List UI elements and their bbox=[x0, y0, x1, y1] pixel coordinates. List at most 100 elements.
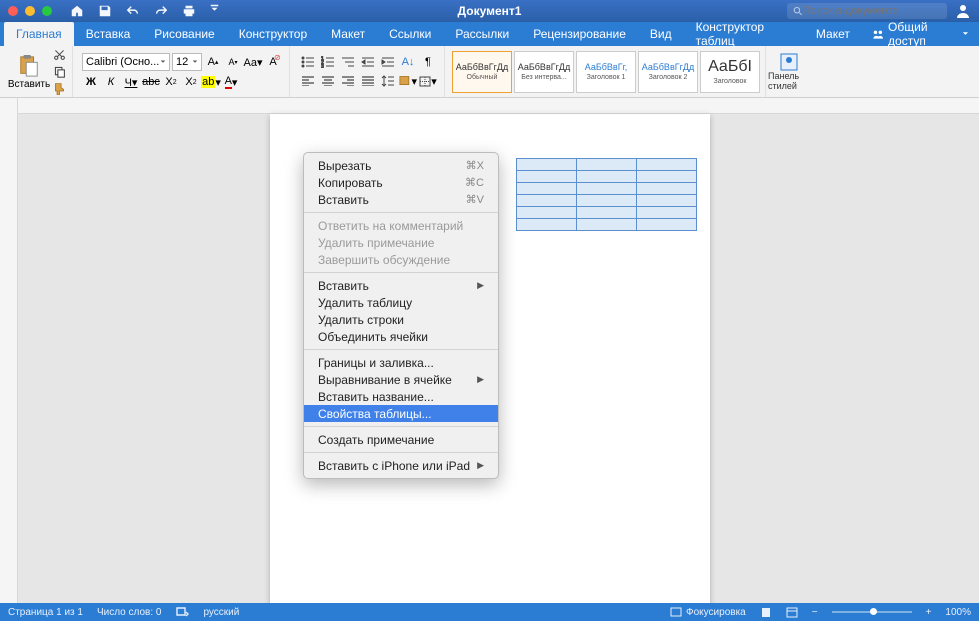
subscript-button[interactable]: X2 bbox=[162, 74, 180, 90]
web-layout-view-icon[interactable] bbox=[786, 607, 798, 618]
document-table[interactable] bbox=[516, 158, 697, 231]
maximize-window-button[interactable] bbox=[42, 6, 52, 16]
style-item-3[interactable]: АаБбВвГгДдЗаголовок 2 bbox=[638, 51, 698, 93]
menu-item-11[interactable]: Объединить ячейки bbox=[304, 328, 498, 345]
user-icon[interactable] bbox=[955, 3, 971, 19]
multilevel-list-icon[interactable] bbox=[339, 54, 357, 70]
home-icon[interactable] bbox=[70, 4, 84, 18]
clear-format-icon[interactable]: A⊘ bbox=[264, 54, 282, 70]
menu-item-20[interactable]: Вставить с iPhone или iPad▶ bbox=[304, 457, 498, 474]
text-highlight-button[interactable]: ab▾ bbox=[202, 74, 220, 90]
ribbon-tab-5[interactable]: Ссылки bbox=[377, 22, 443, 46]
zoom-slider[interactable] bbox=[832, 611, 912, 613]
superscript-button[interactable]: X2 bbox=[182, 74, 200, 90]
line-spacing-icon[interactable] bbox=[379, 73, 397, 89]
shading-icon[interactable]: ▾ bbox=[399, 73, 417, 89]
menu-item-18[interactable]: Создать примечание bbox=[304, 431, 498, 448]
align-right-icon[interactable] bbox=[339, 73, 357, 89]
font-color-button[interactable]: A▾ bbox=[222, 74, 240, 90]
search-icon bbox=[793, 6, 802, 16]
menu-item-16[interactable]: Свойства таблицы... bbox=[304, 405, 498, 422]
menu-item-15[interactable]: Вставить название... bbox=[304, 388, 498, 405]
redo-icon[interactable] bbox=[154, 4, 168, 18]
menu-item-8[interactable]: Вставить▶ bbox=[304, 277, 498, 294]
styles-panel-icon bbox=[780, 53, 798, 71]
menu-item-0[interactable]: Вырезать⌘X bbox=[304, 157, 498, 174]
zoom-in-icon[interactable]: + bbox=[926, 607, 932, 618]
align-left-icon[interactable] bbox=[299, 73, 317, 89]
style-item-4[interactable]: АаБбІЗаголовок bbox=[700, 51, 760, 93]
word-count[interactable]: Число слов: 0 bbox=[97, 607, 161, 618]
menu-item-14[interactable]: Выравнивание в ячейке▶ bbox=[304, 371, 498, 388]
ribbon-tab-6[interactable]: Рассылки bbox=[443, 22, 521, 46]
zoom-level[interactable]: 100% bbox=[945, 607, 971, 618]
spellcheck-icon[interactable] bbox=[175, 606, 189, 618]
change-case-icon[interactable]: Aa▾ bbox=[244, 54, 262, 70]
chevron-down-icon bbox=[962, 30, 969, 38]
increase-font-icon[interactable]: A▴ bbox=[204, 54, 222, 70]
menu-item-13[interactable]: Границы и заливка... bbox=[304, 354, 498, 371]
zoom-out-icon[interactable]: − bbox=[812, 607, 818, 618]
clipboard-group: Вставить bbox=[6, 46, 73, 97]
horizontal-ruler[interactable] bbox=[18, 98, 979, 114]
search-input[interactable] bbox=[802, 5, 941, 17]
copy-icon[interactable] bbox=[51, 65, 67, 79]
sort-icon[interactable]: A↓ bbox=[399, 54, 417, 70]
borders-icon[interactable]: ▾ bbox=[419, 73, 437, 89]
underline-button[interactable]: Ч▾ bbox=[122, 74, 140, 90]
menu-item-10[interactable]: Удалить строки bbox=[304, 311, 498, 328]
language[interactable]: русский bbox=[203, 607, 239, 618]
menu-item-1[interactable]: Копировать⌘C bbox=[304, 174, 498, 191]
ribbon-tab-0[interactable]: Главная bbox=[4, 22, 74, 46]
align-center-icon[interactable] bbox=[319, 73, 337, 89]
focus-mode[interactable]: Фокусировка bbox=[670, 607, 746, 618]
ribbon-tab-7[interactable]: Рецензирование bbox=[521, 22, 638, 46]
bullets-icon[interactable] bbox=[299, 54, 317, 70]
menu-separator bbox=[304, 452, 498, 453]
style-item-1[interactable]: АаБбВвГгДдБез интерва... bbox=[514, 51, 574, 93]
menu-item-4: Ответить на комментарий bbox=[304, 217, 498, 234]
paste-button[interactable]: Вставить bbox=[9, 46, 49, 97]
window-controls bbox=[8, 6, 52, 16]
share-button[interactable]: Общий доступ bbox=[862, 22, 979, 46]
qat-customize-icon[interactable] bbox=[210, 4, 224, 18]
italic-button[interactable]: К bbox=[102, 74, 120, 90]
numbering-icon[interactable]: 123 bbox=[319, 54, 337, 70]
vertical-ruler[interactable] bbox=[0, 98, 18, 603]
ribbon-tab-3[interactable]: Конструктор bbox=[227, 22, 319, 46]
paragraph-group: 123 A↓ ¶ ▾ ▾ bbox=[292, 46, 445, 97]
menu-item-6: Завершить обсуждение bbox=[304, 251, 498, 268]
search-box[interactable] bbox=[787, 3, 947, 19]
print-icon[interactable] bbox=[182, 4, 196, 18]
menu-item-9[interactable]: Удалить таблицу bbox=[304, 294, 498, 311]
minimize-window-button[interactable] bbox=[25, 6, 35, 16]
page-info[interactable]: Страница 1 из 1 bbox=[8, 607, 83, 618]
styles-panel-button[interactable]: Панель стилей bbox=[768, 46, 810, 97]
strikethrough-button[interactable]: abc bbox=[142, 74, 160, 90]
undo-icon[interactable] bbox=[126, 4, 140, 18]
decrease-font-icon[interactable]: A▾ bbox=[224, 54, 242, 70]
style-item-0[interactable]: АаБбВвГгДдОбычный bbox=[452, 51, 512, 93]
decrease-indent-icon[interactable] bbox=[359, 54, 377, 70]
show-marks-icon[interactable]: ¶ bbox=[419, 54, 437, 70]
increase-indent-icon[interactable] bbox=[379, 54, 397, 70]
close-window-button[interactable] bbox=[8, 6, 18, 16]
print-layout-view-icon[interactable] bbox=[760, 607, 772, 618]
style-item-2[interactable]: АаБбВвГг,Заголовок 1 bbox=[576, 51, 636, 93]
font-size-selector[interactable]: 12 bbox=[172, 53, 202, 71]
save-icon[interactable] bbox=[98, 4, 112, 18]
menu-separator bbox=[304, 349, 498, 350]
ribbon-tab-1[interactable]: Вставка bbox=[74, 22, 143, 46]
ribbon-tab-2[interactable]: Рисование bbox=[142, 22, 226, 46]
justify-icon[interactable] bbox=[359, 73, 377, 89]
styles-group: АаБбВвГгДдОбычныйАаБбВвГгДдБез интерва..… bbox=[447, 46, 766, 97]
cut-icon[interactable] bbox=[51, 48, 67, 62]
bold-button[interactable]: Ж bbox=[82, 74, 100, 90]
menu-item-2[interactable]: Вставить⌘V bbox=[304, 191, 498, 208]
ribbon-tab-4[interactable]: Макет bbox=[319, 22, 377, 46]
ribbon-tab-9[interactable]: Конструктор таблиц bbox=[684, 22, 804, 46]
ribbon-tab-8[interactable]: Вид bbox=[638, 22, 684, 46]
ribbon-tab-10[interactable]: Макет bbox=[804, 22, 862, 46]
format-painter-icon[interactable] bbox=[51, 82, 67, 96]
font-name-selector[interactable]: Calibri (Осно... bbox=[82, 53, 170, 71]
